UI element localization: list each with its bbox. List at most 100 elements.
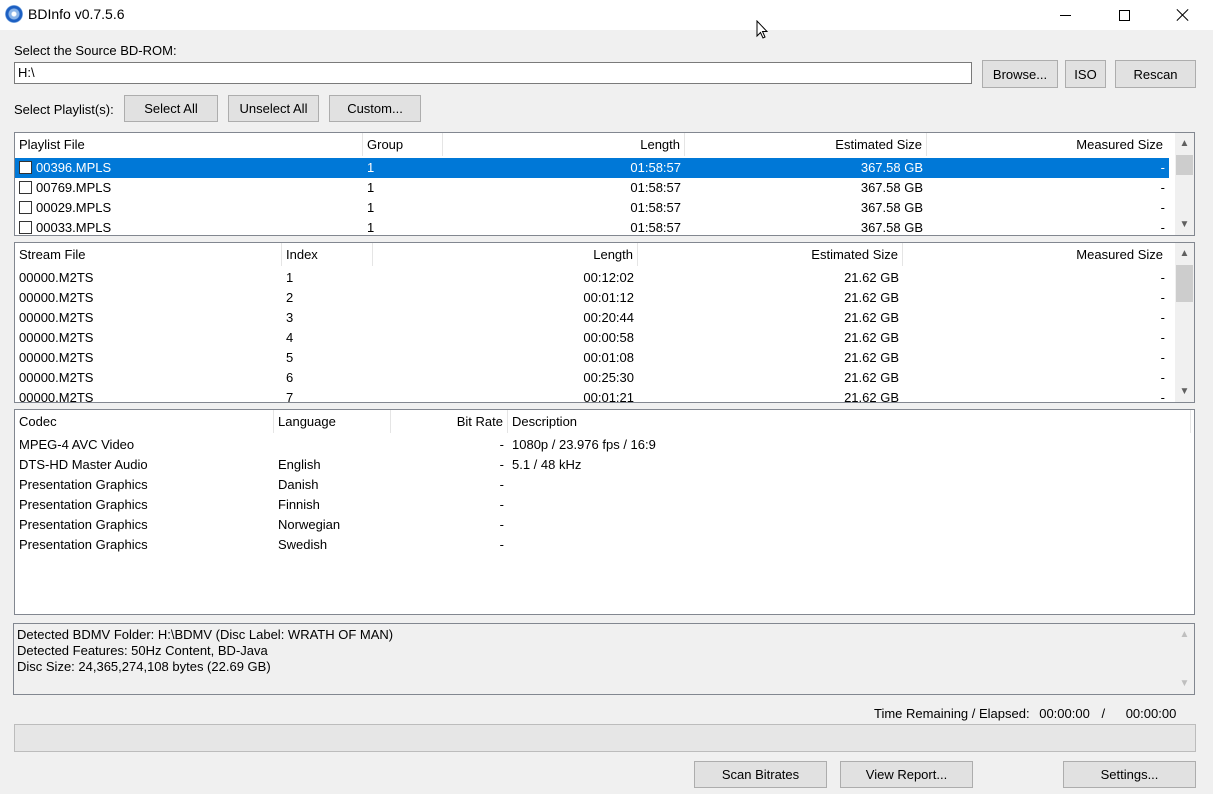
playlist-group: 1 [367, 180, 375, 195]
table-row[interactable]: 00000.M2TS 2 00:01:12 21.62 GB - [15, 288, 1169, 308]
row-checkbox[interactable] [19, 221, 32, 234]
stream-length: 00:25:30 [583, 370, 634, 385]
unselect-all-button[interactable]: Unselect All [228, 95, 319, 122]
codec-language [274, 435, 391, 455]
table-row[interactable]: 00029.MPLS 1 01:58:57 367.58 GB - [15, 198, 1169, 218]
codec-language: Danish [278, 477, 319, 492]
column-header[interactable]: Length [373, 243, 638, 266]
table-row[interactable]: 00000.M2TS 6 00:25:30 21.62 GB - [15, 368, 1169, 388]
stream-file: 00000.M2TS [19, 370, 94, 385]
select-playlists-label: Select Playlist(s): [14, 102, 114, 117]
column-header[interactable]: Group [363, 133, 443, 156]
iso-button[interactable]: ISO [1065, 60, 1106, 88]
codec-bitrate: - [499, 457, 504, 472]
codec-description: 5.1 / 48 kHz [512, 457, 582, 472]
stream-table[interactable]: Stream File Index Length Estimated Size … [14, 242, 1195, 403]
codec-language: Norwegian [278, 517, 341, 532]
chevron-up-icon[interactable]: ▲ [1175, 626, 1194, 643]
log-scrollbar[interactable]: ▲ ▼ [1175, 624, 1194, 694]
settings-button[interactable]: Settings... [1063, 761, 1196, 788]
stream-length: 00:12:02 [583, 270, 634, 285]
stream-length: 00:01:21 [583, 390, 634, 403]
column-header[interactable]: Estimated Size [638, 243, 903, 266]
table-row[interactable]: 00000.M2TS 7 00:01:21 21.62 GB - [15, 388, 1169, 403]
column-header[interactable]: Bit Rate [391, 410, 508, 433]
source-path-input[interactable]: H:\ [14, 62, 972, 84]
custom-button[interactable]: Custom... [329, 95, 421, 122]
table-row[interactable]: Presentation Graphics Norwegian - [15, 515, 1194, 535]
row-checkbox[interactable] [19, 201, 32, 214]
codec-bitrate: - [499, 477, 504, 492]
playlist-estimated-size: 367.58 GB [860, 180, 923, 195]
stream-file: 00000.M2TS [19, 270, 94, 285]
column-header[interactable]: Measured Size [903, 243, 1167, 266]
view-report-button[interactable]: View Report... [840, 761, 973, 788]
codec-description [508, 535, 1191, 555]
playlist-group: 1 [367, 160, 375, 175]
stream-estimated-size: 21.62 GB [844, 390, 899, 403]
chevron-down-icon[interactable]: ▼ [1175, 383, 1194, 400]
stream-estimated-size: 21.62 GB [844, 270, 899, 285]
table-row[interactable]: 00033.MPLS 1 01:58:57 367.58 GB - [15, 218, 1169, 235]
column-header[interactable]: Estimated Size [685, 133, 927, 156]
scan-log-textbox[interactable]: Detected BDMV Folder: H:\BDMV (Disc Labe… [13, 623, 1195, 695]
playlist-table[interactable]: Playlist File Group Length Estimated Siz… [14, 132, 1195, 236]
playlist-scrollbar[interactable]: ▲ ▼ [1175, 133, 1194, 235]
playlist-estimated-size: 367.58 GB [860, 220, 923, 235]
stream-scrollbar[interactable]: ▲ ▼ [1175, 243, 1194, 402]
stream-estimated-size: 21.62 GB [844, 330, 899, 345]
column-header[interactable]: Stream File [15, 243, 282, 266]
stream-measured-size: - [1160, 270, 1165, 285]
log-line: Detected Features: 50Hz Content, BD-Java [17, 643, 268, 658]
table-row[interactable]: DTS-HD Master Audio English - 5.1 / 48 k… [15, 455, 1194, 475]
column-header[interactable]: Language [274, 410, 391, 433]
column-header[interactable]: Index [282, 243, 373, 266]
table-row[interactable]: Presentation Graphics Finnish - [15, 495, 1194, 515]
table-row[interactable]: 00396.MPLS 1 01:58:57 367.58 GB - [15, 158, 1169, 178]
playlist-length: 01:58:57 [630, 220, 681, 235]
codec-name: Presentation Graphics [19, 517, 148, 532]
stream-file: 00000.M2TS [19, 310, 94, 325]
table-row[interactable]: Presentation Graphics Danish - [15, 475, 1194, 495]
column-header[interactable]: Description [508, 410, 1191, 433]
table-row[interactable]: 00000.M2TS 1 00:12:02 21.62 GB - [15, 268, 1169, 288]
stream-index: 4 [286, 330, 294, 345]
playlist-measured-size: - [1160, 220, 1165, 235]
codec-bitrate: - [499, 517, 504, 532]
browse-button[interactable]: Browse... [982, 60, 1058, 88]
playlist-length: 01:58:57 [630, 180, 681, 195]
table-row[interactable]: MPEG-4 AVC Video - 1080p / 23.976 fps / … [15, 435, 1194, 455]
rescan-button[interactable]: Rescan [1115, 60, 1196, 88]
chevron-down-icon[interactable]: ▼ [1175, 675, 1194, 692]
chevron-up-icon[interactable]: ▲ [1175, 135, 1194, 152]
column-header[interactable]: Codec [15, 410, 274, 433]
minimize-button[interactable] [1036, 0, 1094, 30]
scroll-thumb[interactable] [1176, 265, 1193, 302]
chevron-up-icon[interactable]: ▲ [1175, 245, 1194, 262]
time-remaining-readout: Time Remaining / Elapsed: 00:00:00 / 00:… [874, 706, 1176, 721]
close-button[interactable] [1154, 0, 1212, 30]
mouse-cursor-icon [756, 20, 768, 39]
row-checkbox[interactable] [19, 181, 32, 194]
maximize-button[interactable] [1095, 0, 1153, 30]
table-row[interactable]: 00000.M2TS 4 00:00:58 21.62 GB - [15, 328, 1169, 348]
codec-language: Swedish [278, 537, 328, 552]
column-header[interactable]: Length [443, 133, 685, 156]
table-row[interactable]: Presentation Graphics Swedish - [15, 535, 1194, 555]
codec-bitrate: - [499, 437, 504, 452]
stream-file: 00000.M2TS [19, 350, 94, 365]
column-header[interactable]: Playlist File [15, 133, 363, 156]
table-row[interactable]: 00000.M2TS 3 00:20:44 21.62 GB - [15, 308, 1169, 328]
scroll-thumb[interactable] [1176, 155, 1193, 175]
select-all-button[interactable]: Select All [124, 95, 218, 122]
playlist-length: 01:58:57 [630, 200, 681, 215]
codec-description [508, 495, 1191, 515]
table-row[interactable]: 00769.MPLS 1 01:58:57 367.58 GB - [15, 178, 1169, 198]
codec-name: MPEG-4 AVC Video [19, 437, 135, 452]
column-header[interactable]: Measured Size [927, 133, 1167, 156]
scan-bitrates-button[interactable]: Scan Bitrates [694, 761, 827, 788]
codec-table[interactable]: Codec Language Bit Rate Description MPEG… [14, 409, 1195, 615]
row-checkbox[interactable] [19, 161, 32, 174]
chevron-down-icon[interactable]: ▼ [1175, 216, 1194, 233]
table-row[interactable]: 00000.M2TS 5 00:01:08 21.62 GB - [15, 348, 1169, 368]
